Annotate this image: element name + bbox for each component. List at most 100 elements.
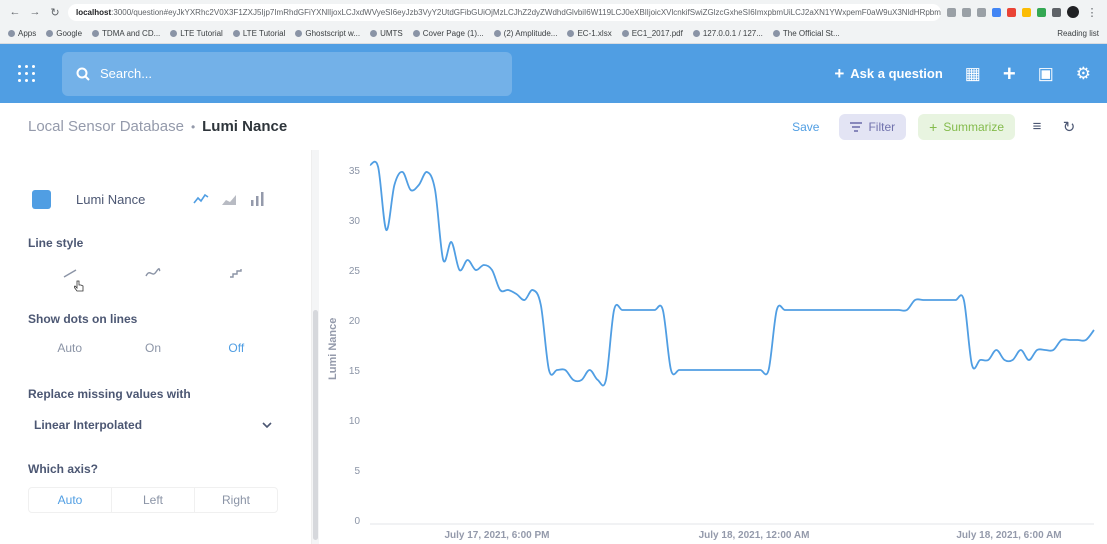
sidebar-scrollbar[interactable] xyxy=(312,150,319,544)
which-axis-selector: Auto Left Right xyxy=(28,487,278,513)
bookmark-item[interactable]: The Official St... xyxy=(772,29,840,38)
bookmark-favicon-icon xyxy=(92,30,100,37)
star-icon[interactable] xyxy=(977,7,986,17)
axis-option-auto[interactable]: Auto xyxy=(29,488,112,512)
step-line-icon xyxy=(230,269,243,278)
refresh-icon[interactable]: ↻ xyxy=(1059,118,1079,136)
notebook-icon[interactable]: ≡ xyxy=(1027,118,1047,135)
dots-option-off[interactable]: Off xyxy=(195,335,278,361)
bookmark-favicon-icon xyxy=(8,30,15,37)
address-bar[interactable]: localhost:3000/question#eyJkYXRhc2V0X3F1… xyxy=(68,3,941,21)
extension-icon[interactable] xyxy=(1037,7,1046,17)
bookmark-item[interactable]: Google xyxy=(46,29,82,38)
save-button[interactable]: Save xyxy=(792,120,819,134)
bookmark-favicon-icon xyxy=(412,30,420,37)
bookmark-item[interactable]: EC-1.xlsx xyxy=(567,29,612,38)
top-nav: Search... + Ask a question ▦ + ▣ ⚙ xyxy=(0,44,1107,103)
y-tick-label: 20 xyxy=(349,316,361,327)
bookmark-favicon-icon xyxy=(370,30,378,37)
bookmark-item[interactable]: LTE Tutorial xyxy=(170,29,223,38)
settings-gear-icon[interactable]: ⚙ xyxy=(1076,64,1091,84)
ask-question-button[interactable]: + Ask a question xyxy=(834,64,942,84)
forward-icon[interactable]: → xyxy=(28,6,42,18)
y-tick-label: 10 xyxy=(349,416,361,427)
dots-option-auto[interactable]: Auto xyxy=(28,335,111,361)
search-input[interactable]: Search... xyxy=(62,51,512,96)
filter-button[interactable]: Filter xyxy=(839,113,907,140)
new-item-icon[interactable]: + xyxy=(1003,61,1016,87)
bookmark-favicon-icon xyxy=(46,30,54,37)
line-style-curved[interactable] xyxy=(111,260,194,286)
line-style-step[interactable] xyxy=(195,260,278,286)
bookmark-item[interactable]: EC1_2017.pdf xyxy=(621,29,683,38)
curved-line-icon xyxy=(145,268,161,277)
profile-avatar[interactable] xyxy=(1067,6,1079,18)
line-style-linear[interactable] xyxy=(28,260,111,286)
summarize-button[interactable]: + Summarize xyxy=(918,113,1015,140)
replace-missing-value: Linear Interpolated xyxy=(34,418,143,432)
bookmark-favicon-icon xyxy=(295,30,303,37)
extension-icon[interactable] xyxy=(1007,7,1016,17)
linear-line-icon xyxy=(63,269,77,278)
replace-missing-select[interactable]: Linear Interpolated xyxy=(28,412,278,438)
zoom-icon[interactable] xyxy=(962,7,971,17)
bookmark-favicon-icon xyxy=(170,30,178,37)
extension-icon[interactable] xyxy=(947,7,956,17)
url-host: localhost xyxy=(76,7,112,17)
extension-icon[interactable] xyxy=(992,7,1001,17)
reload-icon[interactable]: ↻ xyxy=(48,6,62,19)
metabase-logo[interactable] xyxy=(16,63,38,85)
axis-option-left[interactable]: Left xyxy=(112,488,195,512)
menu-dots-icon[interactable]: ⋮ xyxy=(1085,6,1099,19)
replace-missing-label: Replace missing values with xyxy=(28,387,191,401)
plus-icon: + xyxy=(834,63,845,83)
x-tick-label: July 18, 2021, 6:00 AM xyxy=(956,530,1061,541)
bookmark-label: Ghostscript w... xyxy=(305,29,361,38)
bar-chart-icon[interactable] xyxy=(249,191,265,207)
bookmark-label: TDMA and CD... xyxy=(102,29,161,38)
bookmark-item[interactable]: Ghostscript w... xyxy=(295,29,360,38)
summarize-label: Summarize xyxy=(943,119,1004,134)
bookmark-label: LTE Tutorial xyxy=(242,29,286,38)
bookmark-favicon-icon xyxy=(621,30,629,37)
bookmark-item[interactable]: UMTS xyxy=(370,29,403,38)
series-name-input[interactable]: Lumi Nance xyxy=(76,192,181,207)
bookmark-item[interactable]: LTE Tutorial xyxy=(232,29,286,38)
bookmark-label: UMTS xyxy=(380,29,403,38)
dots-option-on[interactable]: On xyxy=(111,335,194,361)
bookmark-item[interactable]: Cover Page (1)... xyxy=(412,29,484,38)
bookmark-item[interactable]: Apps xyxy=(8,29,36,38)
activity-icon[interactable]: ▣ xyxy=(1038,64,1054,84)
bookmarks-bar: Apps Google TDMA and CD... LTE Tutorial LTE … xyxy=(0,24,1107,44)
bookmark-item[interactable]: (2) Amplitude... xyxy=(493,29,557,38)
breadcrumb-database[interactable]: Local Sensor Database xyxy=(28,118,184,135)
extension-icon[interactable] xyxy=(1022,7,1031,17)
filter-icon xyxy=(850,121,863,132)
back-icon[interactable]: ← xyxy=(8,6,22,18)
bookmark-label: 127.0.0.1 / 127... xyxy=(702,29,763,38)
browse-data-icon[interactable]: ▦ xyxy=(965,64,981,84)
series-color-swatch[interactable] xyxy=(32,189,51,209)
show-dots-label: Show dots on lines xyxy=(28,312,138,326)
bookmark-item[interactable]: TDMA and CD... xyxy=(92,29,160,38)
scrollbar-thumb[interactable] xyxy=(313,310,318,540)
line-chart-icon[interactable] xyxy=(193,191,209,207)
line-chart: 0 5 10 15 20 25 30 35 July 17, 2021, 6:00 PM July… xyxy=(349,160,1095,541)
y-tick-label: 35 xyxy=(349,166,361,177)
bookmark-favicon-icon xyxy=(567,30,575,37)
bookmark-favicon-icon xyxy=(493,30,501,37)
puzzle-icon[interactable] xyxy=(1052,7,1061,17)
chart-settings-sidebar: Lumi Nance Line style Show dots on lines… xyxy=(0,150,312,544)
series-line[interactable] xyxy=(369,160,1095,387)
search-placeholder: Search... xyxy=(100,66,153,81)
bookmark-item[interactable]: 127.0.0.1 / 127... xyxy=(692,29,763,38)
axis-option-right[interactable]: Right xyxy=(195,488,277,512)
reading-list-button[interactable]: Reading list xyxy=(1057,29,1099,38)
question-header: Local Sensor Database • Lumi Nance Save … xyxy=(0,103,1107,150)
bookmark-label: Google xyxy=(56,29,83,38)
breadcrumb-table[interactable]: Lumi Nance xyxy=(202,118,287,135)
area-chart-icon[interactable] xyxy=(221,191,237,207)
ask-question-label: Ask a question xyxy=(850,66,943,81)
line-style-selector xyxy=(28,260,278,286)
bookmark-label: EC-1.xlsx xyxy=(577,29,612,38)
